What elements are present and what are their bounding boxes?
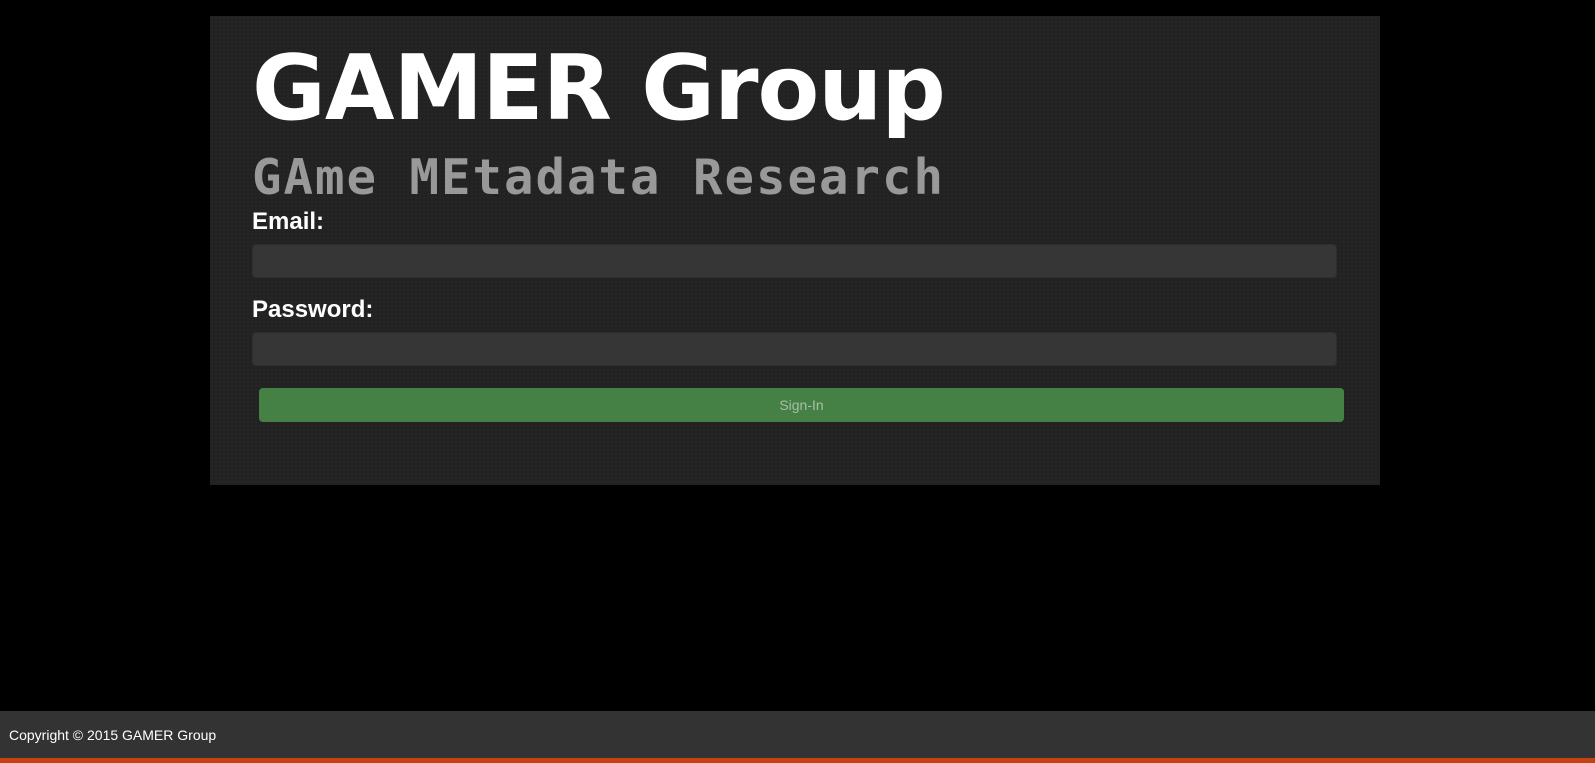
- site-title: GAMER Group: [252, 36, 946, 141]
- footer: Copyright © 2015 GAMER Group: [0, 711, 1595, 758]
- page: GAMER Group GAme MEtadata Research Email…: [0, 0, 1595, 763]
- login-panel: GAMER Group GAme MEtadata Research Email…: [210, 16, 1380, 485]
- password-label: Password:: [252, 296, 374, 323]
- email-label: Email:: [252, 208, 325, 235]
- copyright-text: Copyright © 2015 GAMER Group: [9, 727, 217, 743]
- sign-in-button[interactable]: Sign-In: [259, 388, 1344, 422]
- footer-accent-bar: [0, 758, 1595, 763]
- password-input[interactable]: [252, 332, 1337, 366]
- email-input[interactable]: [252, 244, 1337, 278]
- site-subtitle: GAme MEtadata Research: [252, 149, 946, 206]
